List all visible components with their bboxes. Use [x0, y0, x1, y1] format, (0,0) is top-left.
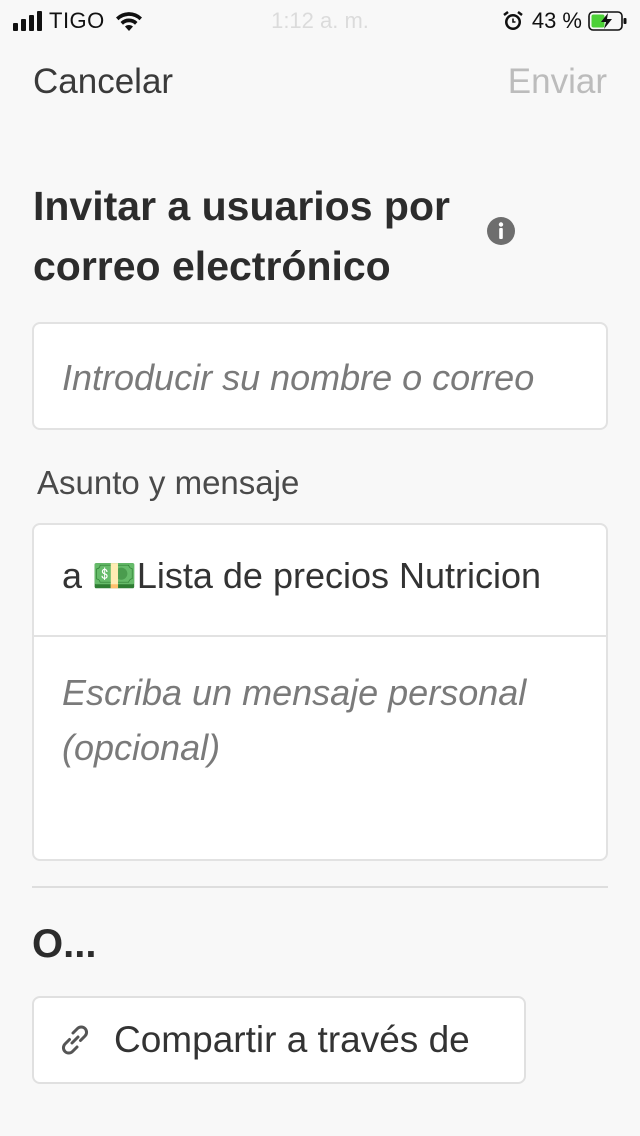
share-via-button[interactable]: Compartir a través de	[32, 996, 526, 1084]
share-via-label: Compartir a través de	[114, 1019, 470, 1060]
subject-message-label: Asunto y mensaje	[37, 464, 300, 501]
info-icon[interactable]	[487, 217, 515, 245]
status-bar: TIGO 1:12 a. m. 43 %	[0, 0, 640, 40]
alarm-icon	[503, 11, 523, 30]
battery-charging-icon	[588, 11, 627, 31]
message-field[interactable]	[62, 665, 582, 835]
or-label: O...	[32, 922, 97, 966]
invite-screen: TIGO 1:12 a. m. 43 % Cancelar Enviar Inv…	[0, 0, 640, 1136]
subject-message-container: a 💵Lista de precios Nutricion	[32, 523, 608, 861]
send-button[interactable]: Enviar	[508, 62, 607, 102]
status-right: 43 %	[502, 8, 628, 34]
email-field-container	[32, 322, 608, 430]
link-icon	[61, 1025, 89, 1055]
subject-field[interactable]: a 💵Lista de precios Nutricion	[34, 525, 606, 637]
subject-text: a 💵Lista de precios Nutricion	[62, 555, 542, 596]
email-field[interactable]	[62, 350, 582, 406]
page-title: Invitar a usuarios por correo electrónic…	[33, 183, 450, 289]
battery-percent: 43 %	[531, 8, 582, 33]
cancel-button[interactable]: Cancelar	[33, 62, 173, 102]
divider	[32, 886, 608, 888]
